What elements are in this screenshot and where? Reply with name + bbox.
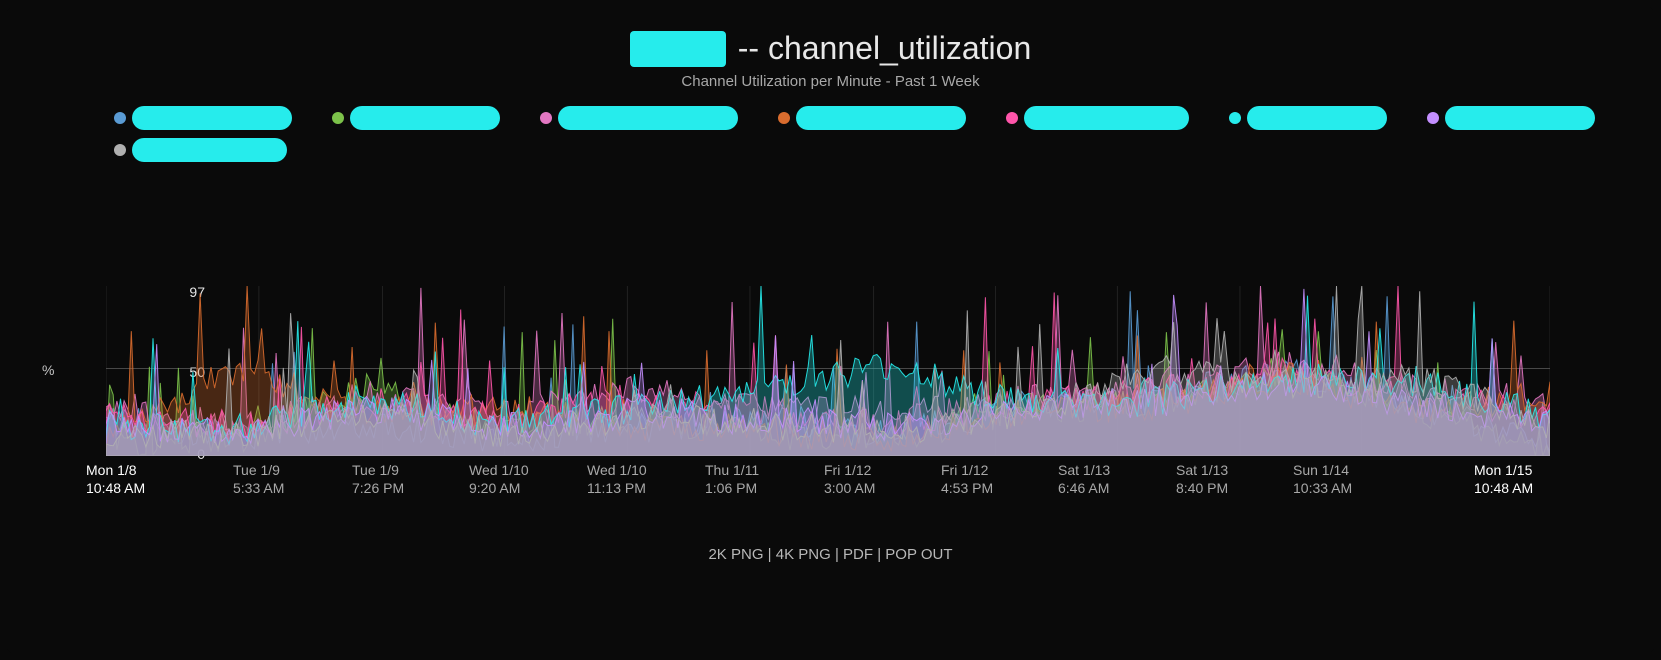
legend-label-redacted	[350, 106, 500, 130]
export-4k-png-link[interactable]: 4K PNG	[776, 546, 831, 563]
legend-item[interactable]	[1427, 106, 1595, 130]
legend-item[interactable]	[332, 106, 500, 130]
legend-item[interactable]	[778, 106, 966, 130]
legend-label-redacted	[796, 106, 966, 130]
x-tick-label: Fri 1/124:53 PM	[941, 462, 993, 497]
export-2k-png-link[interactable]: 2K PNG	[708, 546, 763, 563]
chart-panel: -- channel_utilization Channel Utilizati…	[6, 6, 1655, 654]
legend-color-dot	[778, 112, 790, 124]
legend-label-redacted	[1247, 106, 1387, 130]
legend-color-dot	[1006, 112, 1018, 124]
chart-subtitle: Channel Utilization per Minute - Past 1 …	[6, 73, 1655, 90]
x-tick-label: Wed 1/109:20 AM	[469, 462, 529, 497]
legend-label-redacted	[132, 138, 287, 162]
x-tick-label: Wed 1/1011:13 PM	[587, 462, 647, 497]
export-pdf-link[interactable]: PDF	[843, 546, 873, 563]
legend-label-redacted	[132, 106, 292, 130]
x-tick-label: Thu 1/111:06 PM	[705, 462, 759, 497]
export-links: 2K PNG | 4K PNG | PDF | POP OUT	[6, 546, 1655, 563]
x-tick-label: Tue 1/95:33 AM	[233, 462, 284, 497]
x-tick-label: Sat 1/136:46 AM	[1058, 462, 1110, 497]
legend-color-dot	[540, 112, 552, 124]
x-tick-label: Sun 1/1410:33 AM	[1293, 462, 1352, 497]
chart-plot[interactable]	[106, 286, 1550, 456]
legend-item[interactable]	[114, 138, 287, 162]
export-popout-link[interactable]: POP OUT	[885, 546, 952, 563]
y-axis-label: %	[42, 362, 54, 378]
legend-color-dot	[332, 112, 344, 124]
legend-item[interactable]	[114, 106, 292, 130]
legend-label-redacted	[1445, 106, 1595, 130]
x-tick-label: Fri 1/123:00 AM	[824, 462, 875, 497]
legend-item[interactable]	[1006, 106, 1189, 130]
legend-item[interactable]	[540, 106, 738, 130]
legend-color-dot	[114, 112, 126, 124]
legend-color-dot	[1229, 112, 1241, 124]
legend-label-redacted	[558, 106, 738, 130]
title-redaction-block	[630, 31, 726, 67]
legend-color-dot	[1427, 112, 1439, 124]
legend	[114, 106, 1554, 170]
x-tick-label: Sat 1/138:40 PM	[1176, 462, 1228, 497]
chart-title: -- channel_utilization	[738, 30, 1032, 67]
legend-item[interactable]	[1229, 106, 1387, 130]
legend-label-redacted	[1024, 106, 1189, 130]
x-tick-label: Mon 1/1510:48 AM	[1474, 462, 1533, 497]
legend-color-dot	[114, 144, 126, 156]
x-tick-label: Mon 1/810:48 AM	[86, 462, 145, 497]
x-tick-label: Tue 1/97:26 PM	[352, 462, 404, 497]
title-row: -- channel_utilization	[6, 6, 1655, 67]
